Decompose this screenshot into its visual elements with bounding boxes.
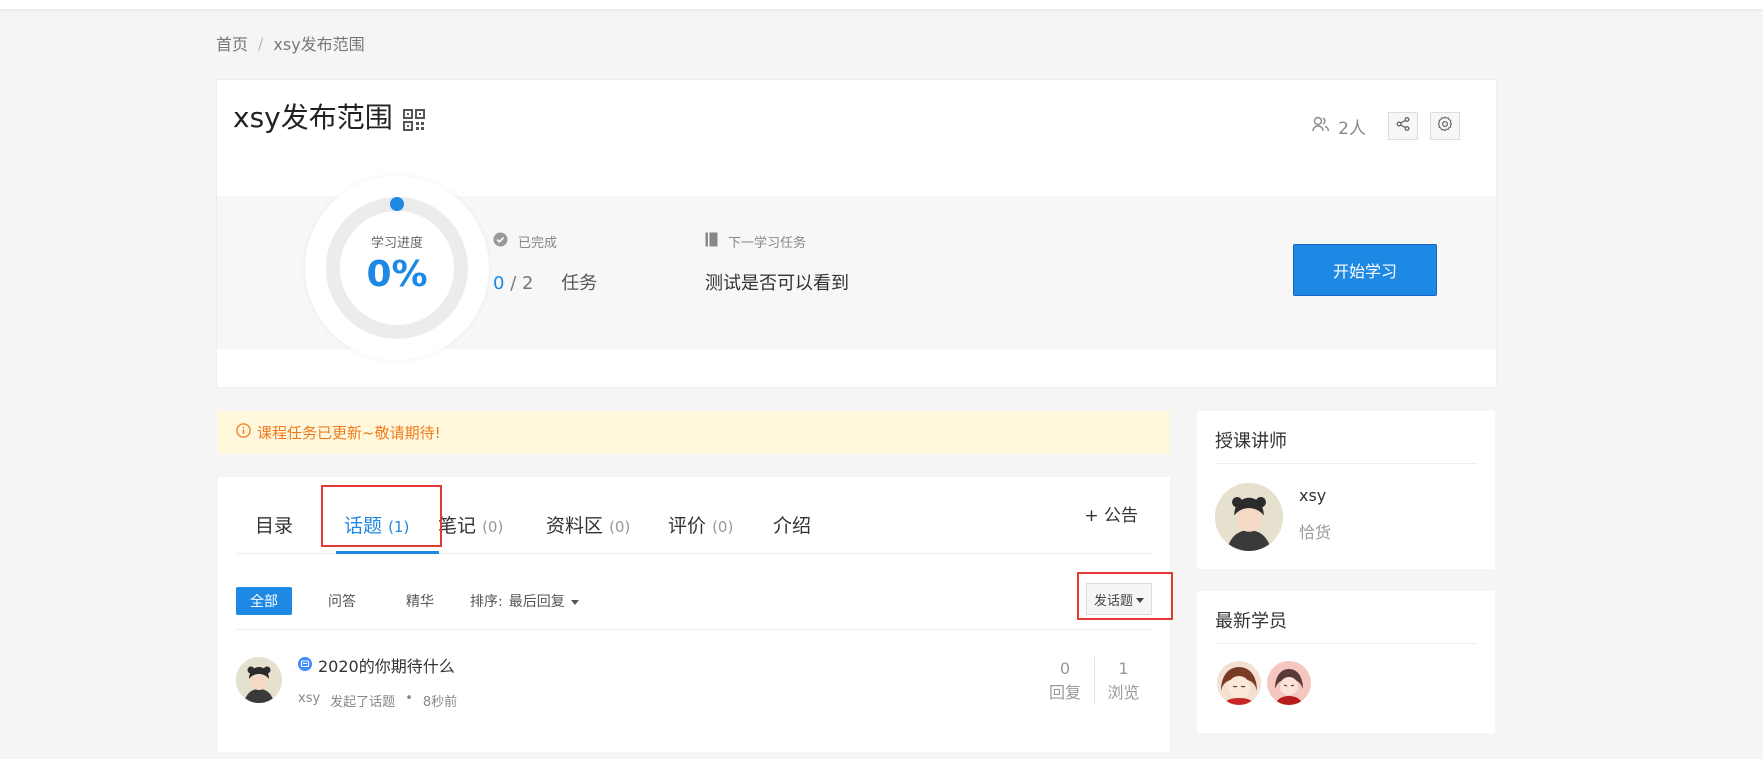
book-icon bbox=[705, 232, 718, 251]
start-learning-button[interactable]: 开始学习 bbox=[1293, 244, 1437, 296]
filter-featured[interactable]: 精华 bbox=[392, 587, 448, 615]
view-stat: 1 浏览 bbox=[1094, 657, 1152, 705]
share-icon bbox=[1395, 116, 1411, 136]
teacher-role: 恰货 bbox=[1299, 523, 1332, 542]
tab-catalog[interactable]: 目录 bbox=[255, 511, 293, 538]
top-navbar bbox=[0, 0, 1763, 9]
active-tab-indicator bbox=[336, 551, 439, 554]
breadcrumb-current: xsy发布范围 bbox=[273, 35, 365, 54]
tab-label: 话题 bbox=[344, 515, 383, 537]
reply-count: 0 bbox=[1059, 659, 1071, 678]
topic-action: 发起了话题 bbox=[330, 695, 396, 710]
progress-label: 学习进度 bbox=[370, 236, 423, 251]
breadcrumb: 首页 / xsy发布范围 bbox=[216, 31, 365, 55]
notice-text: 课程任务已更新~敬请期待! bbox=[257, 424, 441, 442]
avatar[interactable] bbox=[236, 657, 282, 703]
tab-materials[interactable]: 资料区 (0) bbox=[546, 511, 630, 538]
course-header-card: xsy发布范围 2人 学习进度 0% 已完成 0 / 2 任务 下一学习任务 测… bbox=[216, 79, 1497, 388]
topic-row: 2020的你期待什么 xsy 发起了话题 • 8秒前 0 回复 1 浏览 bbox=[236, 653, 1152, 725]
course-notice: 课程任务已更新~敬请期待! bbox=[218, 411, 1170, 454]
tab-notes[interactable]: 笔记 (0) bbox=[438, 511, 503, 538]
completed-label: 已完成 bbox=[518, 236, 558, 251]
users-icon bbox=[1312, 116, 1330, 137]
latest-students-card: 最新学员 bbox=[1197, 591, 1495, 733]
topic-meta: xsy 发起了话题 • 8秒前 bbox=[298, 691, 457, 710]
reply-label: 回复 bbox=[1048, 683, 1081, 702]
breadcrumb-separator: / bbox=[258, 33, 264, 53]
filter-questions[interactable]: 问答 bbox=[314, 587, 370, 615]
divider bbox=[236, 629, 1152, 630]
tab-label: 资料区 bbox=[546, 515, 604, 537]
completed-total: 2 bbox=[522, 273, 534, 294]
completed-stat: 已完成 0 / 2 任务 bbox=[493, 232, 597, 295]
tab-reviews[interactable]: 评价 (0) bbox=[668, 511, 733, 538]
add-announcement-button[interactable]: + 公告 bbox=[1084, 501, 1138, 526]
caret-down-icon bbox=[1136, 592, 1144, 607]
next-task-name[interactable]: 测试是否可以看到 bbox=[705, 273, 849, 294]
progress-ring: 学习进度 0% bbox=[305, 176, 489, 360]
course-header-tools: 2人 bbox=[1312, 112, 1460, 140]
tab-label: 介绍 bbox=[773, 515, 812, 537]
qrcode-icon[interactable] bbox=[402, 105, 425, 131]
sort-label: 排序: bbox=[470, 594, 503, 610]
info-icon bbox=[236, 423, 251, 442]
meta-dot: • bbox=[405, 691, 413, 706]
completed-slash: / bbox=[510, 273, 517, 294]
course-content-panel: 目录 话题 (1) 笔记 (0) 资料区 (0) 评价 (0) 介绍 + 公告 … bbox=[218, 477, 1170, 752]
divider bbox=[1215, 463, 1477, 464]
tab-label: 评价 bbox=[668, 515, 707, 537]
tab-label: 目录 bbox=[255, 515, 294, 537]
teacher-avatar[interactable] bbox=[1215, 483, 1283, 551]
view-label: 浏览 bbox=[1107, 683, 1140, 702]
topic-filters: 全部 问答 精华 排序: 最后回复 bbox=[236, 587, 579, 615]
completed-unit: 任务 bbox=[561, 273, 598, 294]
tab-count: (0) bbox=[712, 518, 734, 536]
tab-count: (0) bbox=[609, 518, 631, 536]
sort-value: 最后回复 bbox=[508, 594, 565, 610]
completed-done: 0 bbox=[493, 273, 505, 294]
reply-stat: 0 回复 bbox=[1036, 657, 1094, 705]
discussion-icon bbox=[298, 656, 312, 675]
members-count[interactable]: 2人 bbox=[1312, 114, 1366, 139]
topic-title-row: 2020的你期待什么 bbox=[298, 653, 455, 677]
course-tabs: 目录 话题 (1) 笔记 (0) 资料区 (0) 评价 (0) 介绍 + 公告 bbox=[236, 477, 1152, 554]
view-count: 1 bbox=[1118, 659, 1129, 678]
filter-all[interactable]: 全部 bbox=[236, 587, 292, 615]
teacher-card: 授课讲师 xsy 恰货 bbox=[1197, 411, 1495, 569]
next-task-label: 下一学习任务 bbox=[728, 236, 807, 251]
caret-down-icon bbox=[570, 593, 579, 609]
settings-button[interactable] bbox=[1430, 112, 1460, 140]
gear-icon bbox=[1437, 116, 1453, 136]
course-title: xsy发布范围 bbox=[233, 101, 393, 134]
tab-count: (1) bbox=[388, 518, 410, 536]
tab-label: 笔记 bbox=[438, 515, 477, 537]
next-task-stat: 下一学习任务 测试是否可以看到 bbox=[705, 232, 849, 295]
student-avatar[interactable] bbox=[1217, 661, 1261, 705]
topic-time: 8秒前 bbox=[422, 695, 458, 710]
check-circle-icon bbox=[493, 232, 508, 251]
course-title-row: xsy发布范围 bbox=[233, 96, 425, 136]
topic-author[interactable]: xsy bbox=[298, 691, 320, 710]
share-button[interactable] bbox=[1388, 112, 1418, 140]
sort-dropdown[interactable]: 排序: 最后回复 bbox=[470, 591, 579, 611]
teacher-name[interactable]: xsy bbox=[1299, 486, 1326, 505]
tab-intro[interactable]: 介绍 bbox=[773, 511, 811, 538]
students-card-title: 最新学员 bbox=[1215, 611, 1287, 632]
members-count-label: 2人 bbox=[1338, 118, 1366, 139]
breadcrumb-home-link[interactable]: 首页 bbox=[216, 31, 248, 55]
divider bbox=[1215, 643, 1477, 644]
post-topic-label: 发话题 bbox=[1093, 593, 1133, 609]
progress-value: 0% bbox=[366, 254, 428, 295]
tab-count: (0) bbox=[482, 518, 504, 536]
tab-topics[interactable]: 话题 (1) bbox=[344, 511, 409, 538]
post-topic-button[interactable]: 发话题 bbox=[1086, 583, 1152, 615]
student-avatar[interactable] bbox=[1267, 661, 1311, 705]
topic-title-link[interactable]: 2020的你期待什么 bbox=[318, 653, 455, 677]
teacher-card-title: 授课讲师 bbox=[1215, 431, 1287, 452]
topic-stats: 0 回复 1 浏览 bbox=[1036, 657, 1152, 705]
